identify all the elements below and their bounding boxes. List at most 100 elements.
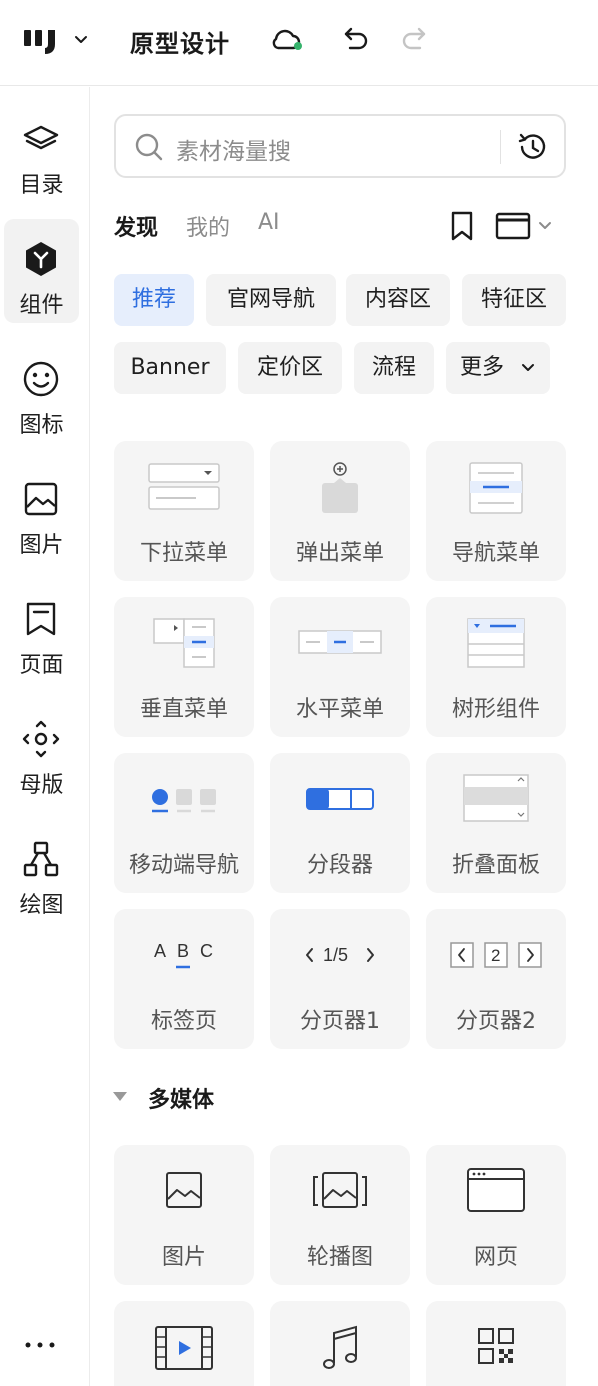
master-icon xyxy=(22,720,60,758)
component-label: 图片 xyxy=(161,1245,206,1270)
sidebar-item-label: 图标 xyxy=(19,413,64,438)
cloud-sync-icon[interactable] xyxy=(268,22,304,58)
component-card-segmented[interactable]: 分段器 xyxy=(270,753,410,893)
view-toggle-icon[interactable] xyxy=(494,210,558,242)
page-icon xyxy=(26,602,56,636)
search-input[interactable]: 素材海量搜 xyxy=(114,114,566,178)
chip-more[interactable]: 更多 xyxy=(446,342,550,394)
component-card-tabs[interactable]: A B C 标签页 xyxy=(114,909,254,1049)
search-divider xyxy=(500,130,501,164)
component-label: 轮播图 xyxy=(306,1245,373,1270)
sidebar-item-label: 图片 xyxy=(19,533,64,558)
component-card-mobile-nav[interactable]: 移动端导航 xyxy=(114,753,254,893)
search-icon xyxy=(135,133,163,161)
webpage-icon xyxy=(467,1168,525,1212)
image-icon xyxy=(166,1172,202,1208)
media-card-video[interactable] xyxy=(114,1301,254,1386)
collapse-panel-icon xyxy=(463,774,529,822)
logo-icon[interactable] xyxy=(22,24,62,58)
component-label: 网页 xyxy=(473,1245,518,1270)
component-label: 导航菜单 xyxy=(451,541,540,566)
history-icon[interactable] xyxy=(516,130,550,164)
sidebar-item-label: 目录 xyxy=(19,173,64,198)
chevron-down-icon xyxy=(522,364,534,371)
sidebar-item-components[interactable]: 组件 xyxy=(4,219,79,323)
chip-banner[interactable]: Banner xyxy=(114,342,226,394)
draw-icon xyxy=(23,841,59,877)
component-label: 分页器2 xyxy=(456,1009,536,1034)
horizontal-menu-icon xyxy=(298,630,382,654)
sidebar-item-label: 绘图 xyxy=(19,893,64,918)
bookmark-icon[interactable] xyxy=(448,210,476,242)
chip-content-area[interactable]: 内容区 xyxy=(346,274,450,326)
component-label: 弹出菜单 xyxy=(295,541,384,566)
sidebar-item-draw[interactable]: 绘图 xyxy=(4,819,79,923)
carousel-icon xyxy=(313,1172,367,1208)
chip-flow[interactable]: 流程 xyxy=(354,342,434,394)
sidebar-item-pages[interactable]: 页面 xyxy=(4,579,79,683)
tree-icon xyxy=(467,618,525,668)
chip-recommend[interactable]: 推荐 xyxy=(114,274,194,326)
component-card-popup[interactable]: 弹出菜单 xyxy=(270,441,410,581)
component-card-collapse[interactable]: 折叠面板 xyxy=(426,753,566,893)
component-card-dropdown[interactable]: 下拉菜单 xyxy=(114,441,254,581)
top-bar: 原型设计 xyxy=(0,0,598,86)
chip-pricing[interactable]: 定价区 xyxy=(238,342,342,394)
tab-mine[interactable]: 我的 xyxy=(186,210,230,242)
app-title: 原型设计 xyxy=(130,30,230,58)
nav-menu-icon xyxy=(469,462,523,514)
music-icon xyxy=(323,1325,357,1369)
sidebar-item-masters[interactable]: 母版 xyxy=(4,699,79,803)
pagination2-illus-text: 2 xyxy=(491,946,500,965)
tabs-illus-c: C xyxy=(200,941,213,961)
component-card-pagination2[interactable]: 2 分页器2 xyxy=(426,909,566,1049)
collapse-triangle-icon xyxy=(113,1092,127,1101)
sidebar: 目录 组件 图标 图片 页面 母版 绘图 xyxy=(0,87,90,1386)
dropdown-menu-icon xyxy=(148,463,220,510)
component-icon xyxy=(26,242,56,276)
smiley-icon xyxy=(23,361,59,397)
tabs-illus-a: A xyxy=(154,941,166,961)
segmented-icon xyxy=(306,788,374,810)
tabs-illus-b: B xyxy=(177,941,189,961)
component-card-nav-menu[interactable]: 导航菜单 xyxy=(426,441,566,581)
tabs-icon: A B C xyxy=(154,941,213,969)
component-label: 下拉菜单 xyxy=(139,541,228,566)
sidebar-item-label: 母版 xyxy=(19,773,64,798)
qrcode-icon xyxy=(478,1328,514,1364)
more-icon[interactable] xyxy=(22,1335,58,1355)
chevron-down-icon[interactable] xyxy=(72,30,90,48)
component-label: 垂直菜单 xyxy=(139,697,228,722)
pagination2-icon: 2 xyxy=(450,942,542,968)
component-label: 树形组件 xyxy=(451,697,540,722)
video-icon xyxy=(155,1326,213,1370)
popup-menu-icon xyxy=(322,462,358,513)
media-card-music[interactable] xyxy=(270,1301,410,1386)
component-card-tree[interactable]: 树形组件 xyxy=(426,597,566,737)
media-card-qrcode[interactable] xyxy=(426,1301,566,1386)
media-card-carousel[interactable]: 轮播图 xyxy=(270,1145,410,1285)
search-placeholder: 素材海量搜 xyxy=(176,139,291,165)
undo-icon[interactable] xyxy=(336,22,372,58)
component-label: 标签页 xyxy=(150,1009,217,1034)
sidebar-item-icons[interactable]: 图标 xyxy=(4,339,79,443)
media-card-webpage[interactable]: 网页 xyxy=(426,1145,566,1285)
sidebar-item-label: 组件 xyxy=(19,293,64,318)
sidebar-item-label: 页面 xyxy=(19,653,64,678)
component-card-pagination1[interactable]: 1/5 分页器1 xyxy=(270,909,410,1049)
component-label: 折叠面板 xyxy=(451,853,540,878)
media-card-image[interactable]: 图片 xyxy=(114,1145,254,1285)
component-card-vertical-menu[interactable]: 垂直菜单 xyxy=(114,597,254,737)
component-label: 水平菜单 xyxy=(295,697,384,722)
component-card-horizontal-menu[interactable]: 水平菜单 xyxy=(270,597,410,737)
pagination-illus-text: 1/5 xyxy=(323,945,348,965)
tab-ai[interactable]: AI xyxy=(258,210,280,235)
sidebar-item-images[interactable]: 图片 xyxy=(4,459,79,563)
redo-icon[interactable] xyxy=(398,22,434,58)
tab-discover[interactable]: 发现 xyxy=(114,210,158,242)
chip-site-nav[interactable]: 官网导航 xyxy=(206,274,336,326)
chip-feature-area[interactable]: 特征区 xyxy=(462,274,566,326)
component-label: 分页器1 xyxy=(300,1009,380,1034)
sidebar-item-catalog[interactable]: 目录 xyxy=(4,99,79,203)
chip-more-label: 更多 xyxy=(460,355,505,380)
